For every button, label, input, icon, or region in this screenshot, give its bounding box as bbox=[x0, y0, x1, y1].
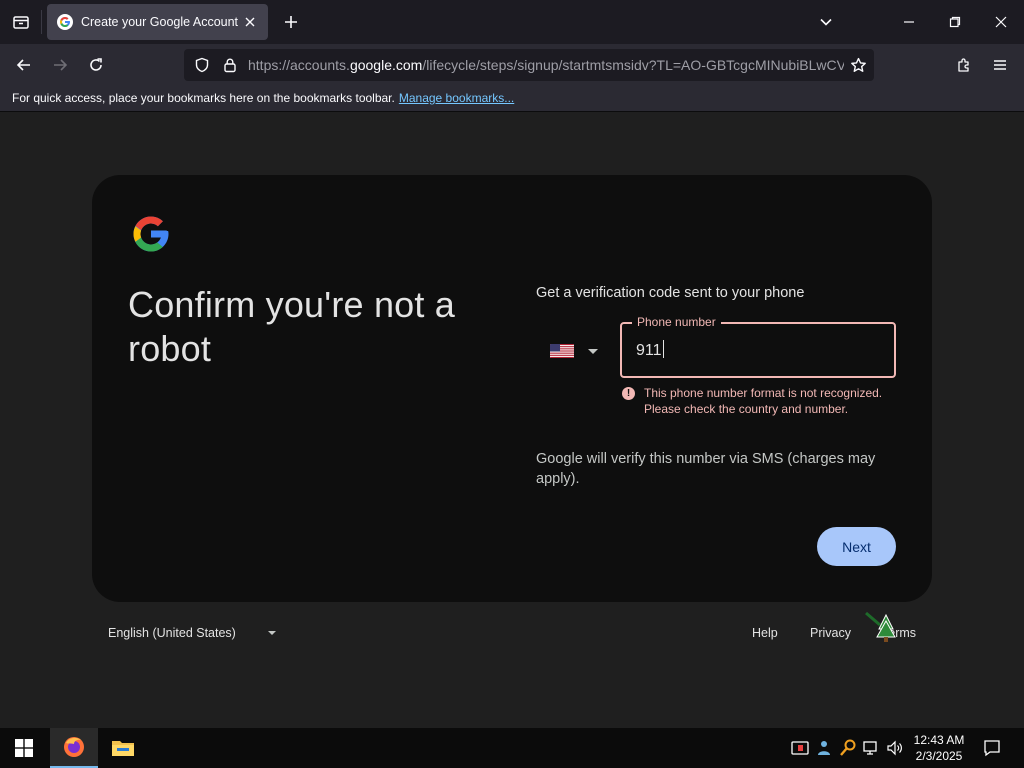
tab-bar: Create your Google Account bbox=[0, 0, 1024, 44]
phone-number-input[interactable]: 911 bbox=[636, 340, 664, 360]
google-favicon-icon bbox=[57, 14, 73, 30]
back-button[interactable] bbox=[8, 49, 40, 81]
help-link[interactable]: Help bbox=[752, 626, 778, 640]
tray-volume-icon[interactable] bbox=[885, 738, 905, 758]
notification-icon bbox=[984, 740, 1000, 757]
puzzle-icon bbox=[958, 58, 969, 72]
restore-button[interactable] bbox=[932, 0, 978, 44]
url-text[interactable]: https://accounts.google.com/lifecycle/st… bbox=[248, 57, 844, 73]
lock-icon[interactable] bbox=[216, 51, 244, 79]
list-tabs-dropdown-button[interactable] bbox=[812, 8, 840, 36]
language-label: English (United States) bbox=[108, 626, 236, 640]
page-footer: English (United States) Help Privacy Ter… bbox=[92, 622, 932, 646]
tab-title: Create your Google Account bbox=[80, 15, 239, 29]
list-all-tabs-button[interactable] bbox=[0, 0, 42, 44]
bookmark-star-button[interactable] bbox=[844, 51, 872, 79]
url-prefix: https://accounts. bbox=[248, 57, 350, 73]
mouse-pointer-icon bbox=[865, 611, 896, 642]
tab-close-button[interactable] bbox=[238, 10, 262, 34]
firefox-icon bbox=[64, 737, 84, 757]
sms-charges-note: Google will verify this number via SMS (… bbox=[536, 451, 876, 487]
arrow-left-icon bbox=[16, 59, 30, 71]
close-window-button[interactable] bbox=[978, 0, 1024, 44]
clock-date: 2/3/2025 bbox=[915, 749, 963, 763]
forward-button[interactable] bbox=[44, 49, 76, 81]
us-flag-icon bbox=[550, 344, 574, 358]
caret-down-icon bbox=[267, 631, 276, 635]
tracking-protection-shield-icon[interactable] bbox=[188, 51, 216, 79]
clock-time: 12:43 AM bbox=[913, 733, 965, 747]
plus-icon bbox=[285, 16, 297, 28]
tray-people-icon[interactable] bbox=[814, 738, 834, 758]
text-cursor bbox=[662, 340, 664, 358]
url-domain: google.com bbox=[349, 57, 423, 73]
tray-search-key-icon[interactable] bbox=[838, 738, 858, 758]
phone-number-value: 911 bbox=[636, 342, 662, 359]
chevron-down-icon bbox=[820, 18, 832, 26]
phone-number-field[interactable]: Phone number 911 bbox=[620, 315, 896, 378]
app-menu-button[interactable] bbox=[984, 49, 1016, 81]
reload-button[interactable] bbox=[80, 49, 112, 81]
country-code-select[interactable] bbox=[550, 337, 606, 365]
minimize-icon bbox=[904, 21, 914, 23]
caret-down-icon bbox=[588, 348, 598, 354]
language-select[interactable]: English (United States) bbox=[108, 626, 276, 640]
star-icon bbox=[850, 57, 866, 72]
verification-subtitle: Get a verification code sent to your pho… bbox=[536, 285, 805, 301]
phone-number-label: Phone number bbox=[632, 315, 721, 329]
error-text: This phone number format is not recogniz… bbox=[644, 386, 883, 416]
navigation-toolbar: https://accounts.google.com/lifecycle/st… bbox=[0, 44, 1024, 85]
start-button[interactable] bbox=[0, 728, 48, 768]
taskbar-file-explorer[interactable] bbox=[99, 728, 147, 768]
google-logo-icon bbox=[133, 216, 169, 252]
signup-card: Confirm you're not a robot Get a verific… bbox=[92, 175, 932, 602]
next-button[interactable]: Next bbox=[817, 527, 896, 566]
restore-icon bbox=[949, 16, 961, 28]
taskbar-firefox[interactable] bbox=[50, 728, 98, 768]
error-icon: ! bbox=[622, 387, 635, 400]
page-title: Confirm you're not a robot bbox=[128, 284, 456, 369]
taskbar-clock[interactable]: 12:43 AM 2/3/2025 bbox=[908, 732, 970, 764]
new-tab-button[interactable] bbox=[277, 8, 305, 36]
page-content: Confirm you're not a robot Get a verific… bbox=[0, 112, 1024, 728]
phone-error-message: ! This phone number format is not recogn… bbox=[622, 385, 912, 417]
action-center-button[interactable] bbox=[980, 736, 1004, 760]
tab-separator bbox=[41, 10, 42, 34]
privacy-link[interactable]: Privacy bbox=[810, 626, 851, 640]
arrow-right-icon bbox=[54, 59, 68, 71]
tab-list-icon bbox=[13, 16, 29, 29]
windows-logo-icon bbox=[15, 739, 33, 757]
close-icon bbox=[245, 17, 255, 27]
bookmarks-toolbar: For quick access, place your bookmarks h… bbox=[0, 85, 1024, 112]
tray-network-icon[interactable] bbox=[862, 738, 882, 758]
tab-google-account[interactable]: Create your Google Account bbox=[47, 4, 268, 40]
url-path: /lifecycle/steps/signup/startmtsmsidv?TL… bbox=[422, 57, 844, 73]
bookmarks-message: For quick access, place your bookmarks h… bbox=[12, 91, 395, 105]
minimize-button[interactable] bbox=[886, 0, 932, 44]
address-bar[interactable]: https://accounts.google.com/lifecycle/st… bbox=[184, 49, 874, 81]
extensions-button[interactable] bbox=[948, 49, 980, 81]
folder-icon bbox=[112, 741, 134, 756]
close-icon bbox=[995, 16, 1007, 28]
tray-security-icon[interactable] bbox=[790, 738, 810, 758]
hamburger-menu-icon bbox=[994, 60, 1006, 70]
windows-taskbar: 12:43 AM 2/3/2025 bbox=[0, 728, 1024, 768]
manage-bookmarks-link[interactable]: Manage bookmarks... bbox=[399, 91, 514, 105]
reload-icon bbox=[90, 58, 102, 71]
